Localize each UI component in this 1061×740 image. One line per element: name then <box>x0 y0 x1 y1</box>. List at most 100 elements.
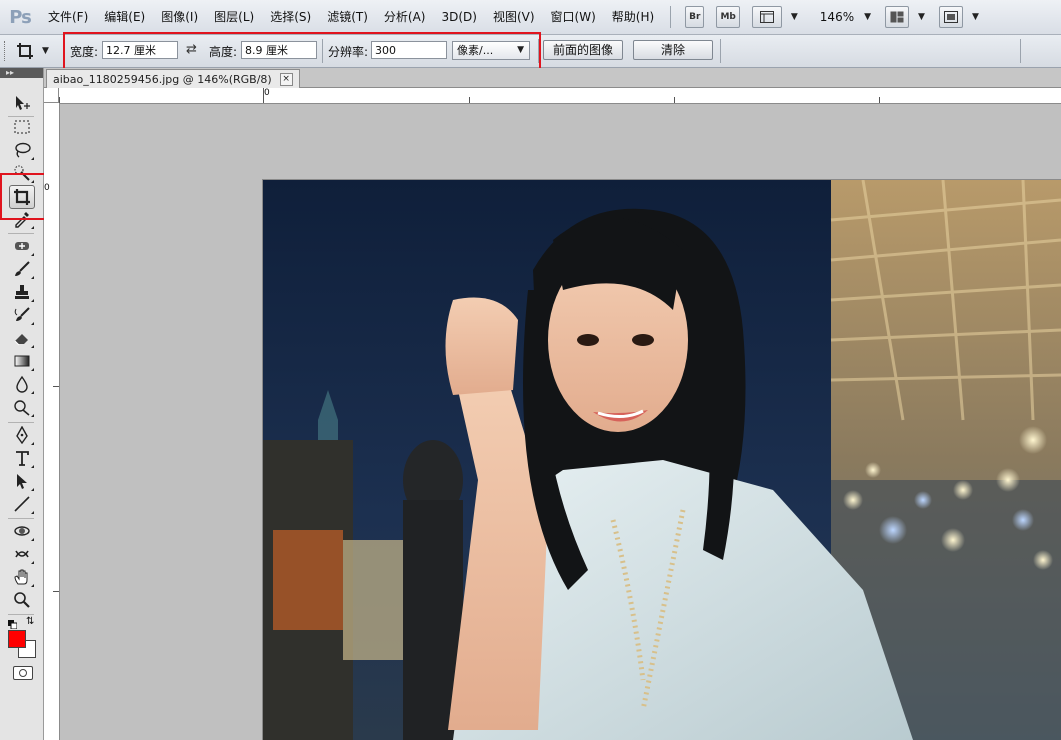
dodge-tool-button[interactable] <box>10 396 34 418</box>
ruler-tick <box>53 591 59 592</box>
marquee-tool-button[interactable] <box>10 116 34 138</box>
document-photo[interactable] <box>263 180 1061 740</box>
close-icon[interactable]: × <box>279 72 293 86</box>
eyedropper-tool-button[interactable] <box>10 208 34 230</box>
chevron-down-icon: ▼ <box>42 46 49 56</box>
tool-preset-picker[interactable]: ▼ <box>16 41 60 61</box>
menu-edit[interactable]: 编辑(E) <box>96 0 153 34</box>
horizontal-ruler[interactable]: 0 <box>59 88 1061 104</box>
gradient-tool-button[interactable] <box>10 350 34 372</box>
flyout-triangle <box>31 157 34 160</box>
3d-rotate-tool-button[interactable] <box>10 520 34 542</box>
eraser-icon <box>14 334 28 346</box>
vertical-ruler[interactable]: 0 <box>44 103 60 740</box>
tool-divider <box>8 422 34 423</box>
launch-minibridge-button[interactable]: Mb <box>716 6 740 28</box>
move-tool-button[interactable] <box>10 92 34 114</box>
tool-divider <box>8 518 34 519</box>
document-tab-bar: aibao_1180259456.jpg @ 146%(RGB/8) × <box>44 68 1061 88</box>
crop-tool-button[interactable] <box>9 185 35 209</box>
document-title: aibao_1180259456.jpg @ 146%(RGB/8) <box>53 72 272 86</box>
type-icon <box>16 451 29 466</box>
swap-colors-icon[interactable]: ⇅ <box>26 616 34 627</box>
gradient-icon <box>14 355 30 367</box>
menu-window[interactable]: 窗口(W) <box>543 0 604 34</box>
path-select-tool-button[interactable] <box>10 470 34 492</box>
launch-bridge-button[interactable]: Br <box>685 6 705 28</box>
menu-filter[interactable]: 滤镜(T) <box>319 0 376 34</box>
toolbox-collapse-button[interactable]: ▸▸ <box>0 68 43 78</box>
portrait-photo-image <box>263 180 1061 740</box>
ruler-tick <box>674 97 675 103</box>
view-extras-button[interactable] <box>751 6 782 28</box>
ruler-tick <box>263 88 264 103</box>
dodge-icon <box>14 400 30 416</box>
tool-divider <box>8 233 34 234</box>
crop-icon <box>14 189 30 205</box>
resolution-field[interactable]: 300 <box>371 41 447 59</box>
chevron-down-icon[interactable]: ▼ <box>918 12 925 22</box>
clone-stamp-icon <box>15 285 29 299</box>
flyout-triangle <box>31 511 34 514</box>
resolution-unit-select[interactable]: 像素/... ▼ <box>452 41 530 60</box>
ruler-zero-label: 0 <box>264 88 270 98</box>
blur-tool-button[interactable] <box>10 373 34 395</box>
type-tool-button[interactable] <box>10 447 34 469</box>
hand-tool-button[interactable] <box>10 566 34 588</box>
clear-button[interactable]: 清除 <box>633 40 713 60</box>
menu-select[interactable]: 选择(S) <box>262 0 319 34</box>
options-divider <box>1020 39 1021 63</box>
menu-image[interactable]: 图像(I) <box>153 0 206 34</box>
document-tab[interactable]: aibao_1180259456.jpg @ 146%(RGB/8) × <box>46 69 300 88</box>
flyout-triangle <box>31 368 34 371</box>
default-colors-icon[interactable] <box>8 618 18 630</box>
menu-view[interactable]: 视图(V) <box>485 0 543 34</box>
foreground-color-swatch-top[interactable] <box>8 630 26 648</box>
flyout-triangle <box>31 253 34 256</box>
lasso-tool-button[interactable] <box>10 139 34 161</box>
crop-icon <box>17 43 33 59</box>
quick-select-tool-button[interactable] <box>10 162 34 184</box>
arrange-documents-button[interactable] <box>885 6 910 28</box>
arrange-documents-icon <box>890 11 904 23</box>
zoom-tool-button[interactable] <box>10 589 34 611</box>
zoom-icon <box>14 592 30 608</box>
healing-brush-tool-button[interactable] <box>10 235 34 257</box>
menu-file[interactable]: 文件(F) <box>40 0 96 34</box>
ruler-origin[interactable] <box>44 88 59 103</box>
brush-tool-button[interactable] <box>10 258 34 280</box>
zoom-level-select[interactable]: 146% ▼ <box>806 10 871 24</box>
menu-layer[interactable]: 图层(L) <box>206 0 262 34</box>
eraser-tool-button[interactable] <box>10 327 34 349</box>
quick-mask-button[interactable] <box>13 666 33 680</box>
photoshop-logo: Ps <box>9 6 32 28</box>
view-extras-icon <box>759 11 774 23</box>
history-brush-tool-button[interactable] <box>10 304 34 326</box>
pen-tool-button[interactable] <box>10 424 34 446</box>
width-field[interactable]: 12.7 厘米 <box>102 41 178 59</box>
menu-help[interactable]: 帮助(H) <box>604 0 662 34</box>
resolution-label: 分辨率: <box>328 45 369 59</box>
clone-stamp-tool-button[interactable] <box>10 281 34 303</box>
menu-3d[interactable]: 3D(D) <box>433 0 484 34</box>
move-icon <box>16 96 30 110</box>
flyout-triangle <box>31 584 34 587</box>
3d-orbit-tool-button[interactable] <box>10 543 34 565</box>
options-bar: ▼ 宽度: 12.7 厘米 ⇄ 高度: 8.9 厘米 分辨率: 300 像素/.… <box>0 35 1061 68</box>
zoom-level-value: 146% <box>819 10 855 24</box>
chevron-down-icon[interactable]: ▼ <box>972 12 979 22</box>
front-image-button[interactable]: 前面的图像 <box>543 40 623 60</box>
3d-rotate-icon <box>14 526 30 536</box>
swap-dimensions-icon[interactable]: ⇄ <box>186 42 197 57</box>
options-grip[interactable] <box>4 41 8 61</box>
height-field[interactable]: 8.9 厘米 <box>241 41 317 59</box>
menu-analysis[interactable]: 分析(A) <box>376 0 434 34</box>
flyout-triangle <box>31 180 34 183</box>
options-divider <box>64 39 65 63</box>
options-divider <box>538 39 539 63</box>
line-tool-button[interactable] <box>10 493 34 515</box>
flyout-triangle <box>31 414 34 417</box>
flyout-triangle <box>31 561 34 564</box>
screen-mode-button[interactable] <box>938 6 963 28</box>
chevron-down-icon[interactable]: ▼ <box>791 12 798 22</box>
